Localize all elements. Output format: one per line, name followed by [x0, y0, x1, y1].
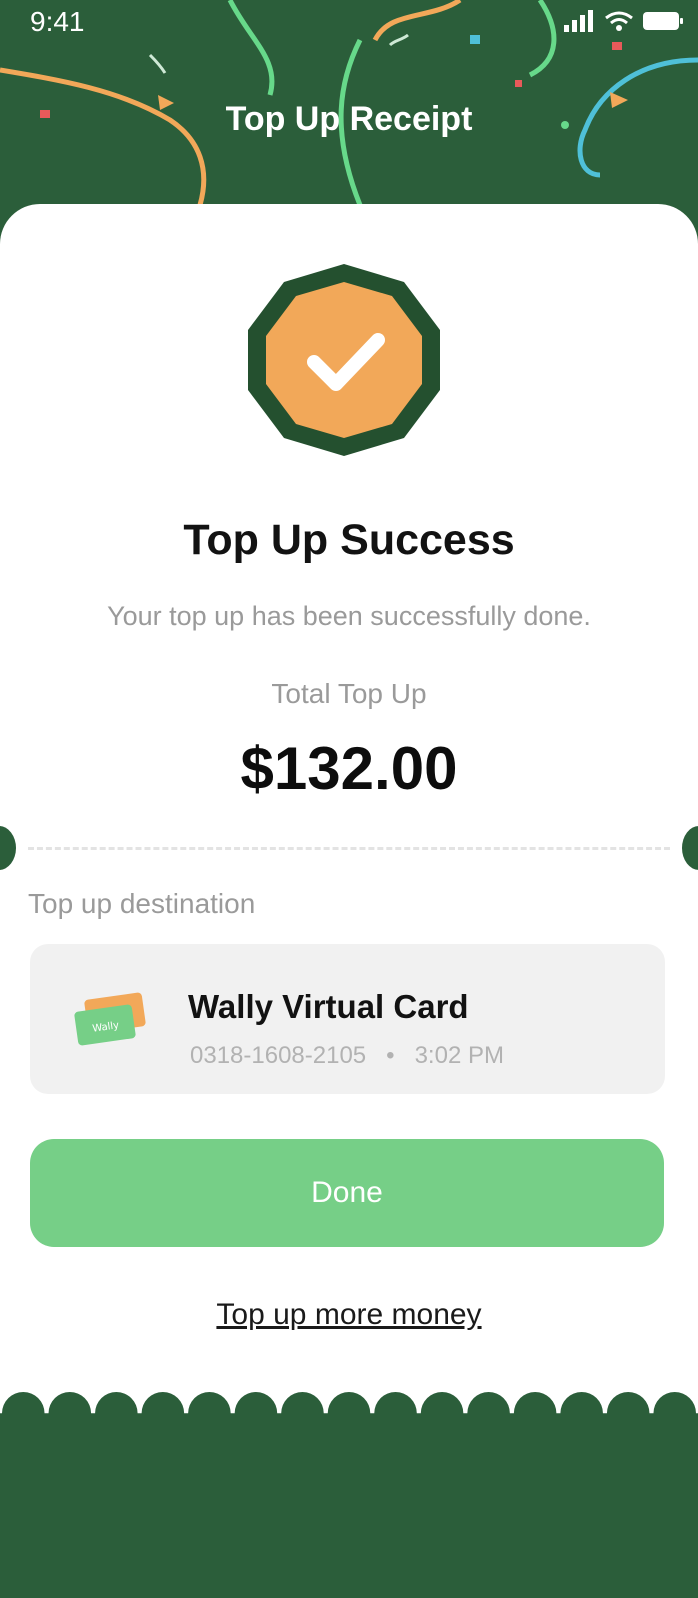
success-title: Top Up Success: [183, 516, 515, 564]
destination-label: Top up destination: [28, 888, 256, 919]
battery-icon: [643, 12, 683, 30]
scallop-edge: [0, 1392, 698, 1432]
meta-separator: •: [372, 1042, 408, 1069]
page-title: Top Up Receipt: [225, 100, 473, 138]
status-time: 9:41: [30, 6, 85, 37]
signal-icon: [564, 10, 593, 32]
card-name: Wally Virtual Card: [188, 988, 469, 1025]
ticket-notch-right: [682, 826, 698, 870]
wifi-icon: [605, 11, 633, 31]
success-check-icon: [248, 264, 440, 456]
status-icons: [562, 10, 684, 32]
success-subtitle: Your top up has been successfully done.: [107, 601, 591, 631]
destination-card[interactable]: Wally Wally Virtual Card 0318-1608-2105 …: [30, 944, 665, 1094]
virtual-card-icon: Wally: [74, 992, 146, 1046]
ticket-notch-left: [0, 826, 16, 870]
card-meta: 0318-1608-2105 • 3:02 PM: [190, 1042, 504, 1070]
dashed-divider: [28, 847, 670, 850]
header: 9:41 Top Up Receipt: [0, 0, 698, 205]
top-up-more-link[interactable]: Top up more money: [0, 1298, 698, 1332]
total-amount: $132.00: [240, 735, 458, 802]
receipt-card: Top Up Success Your top up has been succ…: [0, 204, 698, 1414]
card-number: 0318-1608-2105: [190, 1042, 367, 1069]
card-time: 3:02 PM: [414, 1042, 504, 1069]
done-button[interactable]: Done: [30, 1139, 664, 1247]
total-label: Total Top Up: [271, 678, 427, 709]
